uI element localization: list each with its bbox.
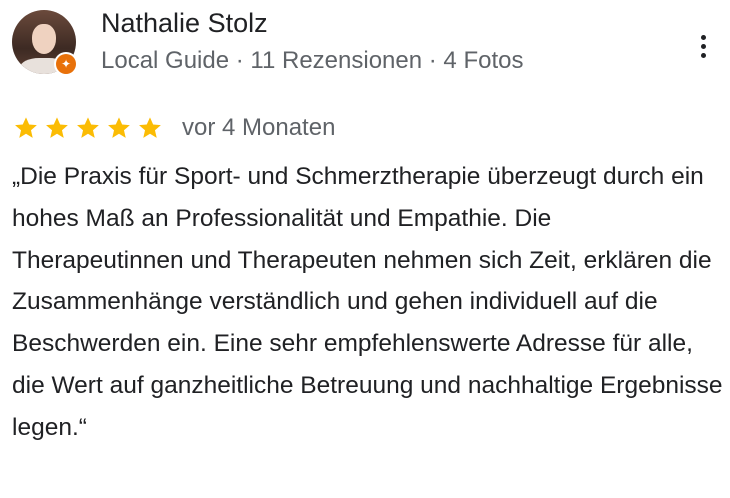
review-text: „Die Praxis für Sport- und Schmerztherap…: [12, 163, 723, 441]
more-vert-icon-dot-1: [700, 34, 706, 40]
star-icon: [43, 115, 71, 141]
star-icon: [74, 115, 102, 141]
star-icon: [12, 115, 40, 141]
reviewer-meta: Local Guide · 11 Rezensionen · 4 Fotos: [101, 47, 524, 74]
local-guide-badge-icon: ✦: [54, 52, 78, 76]
star-icon: [105, 115, 133, 141]
avatar-face: [32, 24, 56, 54]
rating-row: vor 4 Monaten: [12, 111, 335, 145]
review-date: vor 4 Monaten: [182, 114, 336, 141]
local-guide-star-glyph: ✦: [56, 54, 76, 74]
review-card: ✦ Nathalie Stolz Local Guide · 11 Rezens…: [0, 0, 730, 498]
reviewer-name[interactable]: Nathalie Stolz: [101, 6, 268, 40]
star-rating: [12, 115, 164, 141]
star-icon: [136, 115, 164, 141]
more-vert-icon-dot-3: [700, 52, 706, 58]
reviewer-avatar[interactable]: ✦: [12, 10, 78, 76]
more-options-button[interactable]: [688, 28, 718, 64]
more-vert-icon-dot-2: [700, 43, 706, 49]
